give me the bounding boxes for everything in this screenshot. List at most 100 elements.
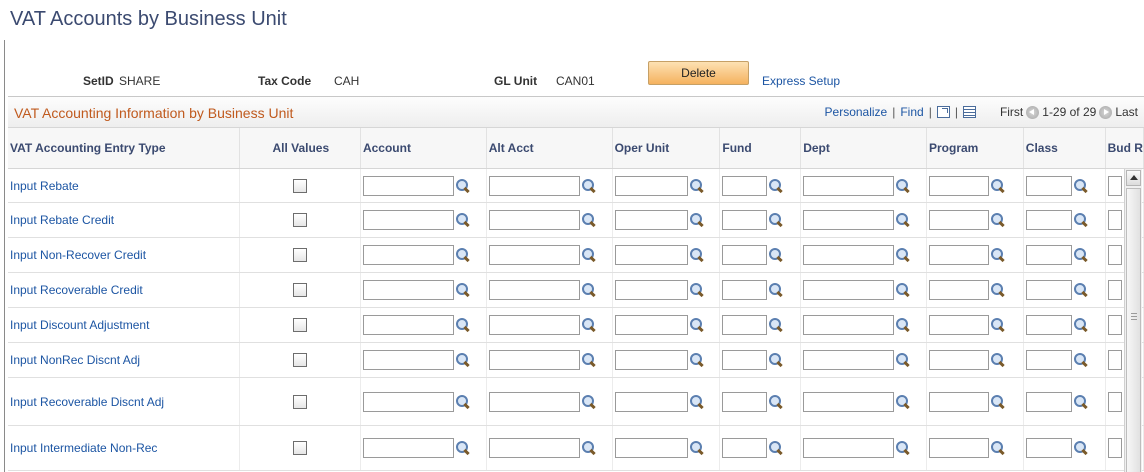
entry-type-link[interactable]: Input Rebate xyxy=(8,179,79,193)
class-input[interactable] xyxy=(1025,175,1072,196)
all-values-checkbox[interactable] xyxy=(292,394,307,409)
all-values-checkbox[interactable] xyxy=(292,441,307,455)
personalize-link[interactable]: Personalize xyxy=(825,105,888,119)
oper-unit-input[interactable] xyxy=(614,350,688,370)
fund-input[interactable] xyxy=(722,210,768,230)
alt-acct-input[interactable] xyxy=(488,350,580,370)
program-input[interactable] xyxy=(929,315,989,335)
all-values-checkbox[interactable] xyxy=(292,353,307,367)
vertical-scrollbar[interactable] xyxy=(1124,169,1142,472)
magnifier-lookup-icon[interactable] xyxy=(1073,178,1088,193)
magnifier-lookup-icon[interactable] xyxy=(896,178,910,193)
program-input[interactable] xyxy=(929,210,989,230)
account-input[interactable] xyxy=(362,280,454,300)
oper-unit-input[interactable] xyxy=(614,245,688,265)
magnifier-lookup-icon[interactable] xyxy=(769,283,783,297)
previous-circle-icon[interactable] xyxy=(1026,105,1040,119)
magnifier-lookup-icon[interactable] xyxy=(455,441,470,455)
bud-ref-input[interactable] xyxy=(1107,210,1122,230)
alt-acct-input[interactable] xyxy=(488,315,580,335)
program-input[interactable] xyxy=(929,350,989,370)
class-input[interactable] xyxy=(1025,391,1072,412)
magnifier-lookup-icon[interactable] xyxy=(896,318,910,332)
program-input[interactable] xyxy=(929,391,989,412)
magnifier-lookup-icon[interactable] xyxy=(455,248,470,262)
find-link[interactable]: Find xyxy=(900,105,923,119)
fund-input[interactable] xyxy=(722,350,768,370)
fund-input[interactable] xyxy=(722,391,768,412)
bud-ref-input[interactable] xyxy=(1107,245,1122,265)
dept-input[interactable] xyxy=(803,350,895,370)
magnifier-lookup-icon[interactable] xyxy=(689,213,704,227)
program-input[interactable] xyxy=(929,438,989,458)
dept-input[interactable] xyxy=(803,438,895,458)
fund-input[interactable] xyxy=(722,175,768,196)
oper-unit-input[interactable] xyxy=(614,391,688,412)
magnifier-lookup-icon[interactable] xyxy=(1073,353,1088,367)
account-input[interactable] xyxy=(362,315,454,335)
alt-acct-input[interactable] xyxy=(488,438,580,458)
magnifier-lookup-icon[interactable] xyxy=(581,394,596,409)
magnifier-lookup-icon[interactable] xyxy=(581,178,596,193)
magnifier-lookup-icon[interactable] xyxy=(991,248,1005,262)
magnifier-lookup-icon[interactable] xyxy=(689,394,704,409)
scroll-thumb[interactable] xyxy=(1126,188,1141,472)
magnifier-lookup-icon[interactable] xyxy=(1073,213,1088,227)
all-values-checkbox[interactable] xyxy=(292,178,307,193)
magnifier-lookup-icon[interactable] xyxy=(455,318,470,332)
magnifier-lookup-icon[interactable] xyxy=(896,283,910,297)
program-input[interactable] xyxy=(929,280,989,300)
magnifier-lookup-icon[interactable] xyxy=(581,441,596,455)
magnifier-lookup-icon[interactable] xyxy=(581,283,596,297)
fund-input[interactable] xyxy=(722,438,768,458)
magnifier-lookup-icon[interactable] xyxy=(769,441,783,455)
account-input[interactable] xyxy=(362,245,454,265)
magnifier-lookup-icon[interactable] xyxy=(581,318,596,332)
magnifier-lookup-icon[interactable] xyxy=(1073,394,1088,409)
class-input[interactable] xyxy=(1025,245,1072,265)
magnifier-lookup-icon[interactable] xyxy=(689,441,704,455)
magnifier-lookup-icon[interactable] xyxy=(896,441,910,455)
program-input[interactable] xyxy=(929,245,989,265)
magnifier-lookup-icon[interactable] xyxy=(689,353,704,367)
magnifier-lookup-icon[interactable] xyxy=(1073,248,1088,262)
dept-input[interactable] xyxy=(803,245,895,265)
magnifier-lookup-icon[interactable] xyxy=(896,353,910,367)
fund-input[interactable] xyxy=(722,245,768,265)
oper-unit-input[interactable] xyxy=(614,175,688,196)
fund-input[interactable] xyxy=(722,315,768,335)
magnifier-lookup-icon[interactable] xyxy=(455,283,470,297)
magnifier-lookup-icon[interactable] xyxy=(581,213,596,227)
next-circle-icon[interactable] xyxy=(1099,105,1113,119)
alt-acct-input[interactable] xyxy=(488,245,580,265)
entry-type-link[interactable]: Input Rebate Credit xyxy=(8,213,114,227)
magnifier-lookup-icon[interactable] xyxy=(455,394,470,409)
entry-type-link[interactable]: Input Discount Adjustment xyxy=(8,318,149,332)
zoom-grid-icon[interactable] xyxy=(936,106,950,118)
account-input[interactable] xyxy=(362,175,454,196)
entry-type-link[interactable]: Input Non-Recover Credit xyxy=(8,248,146,262)
magnifier-lookup-icon[interactable] xyxy=(769,353,783,367)
magnifier-lookup-icon[interactable] xyxy=(769,178,783,193)
dept-input[interactable] xyxy=(803,175,895,196)
magnifier-lookup-icon[interactable] xyxy=(769,248,783,262)
dept-input[interactable] xyxy=(803,391,895,412)
account-input[interactable] xyxy=(362,391,454,412)
class-input[interactable] xyxy=(1025,280,1072,300)
bud-ref-input[interactable] xyxy=(1107,315,1122,335)
magnifier-lookup-icon[interactable] xyxy=(991,318,1005,332)
magnifier-lookup-icon[interactable] xyxy=(991,394,1005,409)
magnifier-lookup-icon[interactable] xyxy=(1073,318,1088,332)
class-input[interactable] xyxy=(1025,350,1072,370)
magnifier-lookup-icon[interactable] xyxy=(991,353,1005,367)
magnifier-lookup-icon[interactable] xyxy=(689,283,704,297)
magnifier-lookup-icon[interactable] xyxy=(689,248,704,262)
oper-unit-input[interactable] xyxy=(614,315,688,335)
fund-input[interactable] xyxy=(722,280,768,300)
account-input[interactable] xyxy=(362,210,454,230)
magnifier-lookup-icon[interactable] xyxy=(1073,441,1088,455)
all-values-checkbox[interactable] xyxy=(292,248,307,262)
oper-unit-input[interactable] xyxy=(614,210,688,230)
bud-ref-input[interactable] xyxy=(1107,391,1122,412)
bud-ref-input[interactable] xyxy=(1107,175,1122,196)
